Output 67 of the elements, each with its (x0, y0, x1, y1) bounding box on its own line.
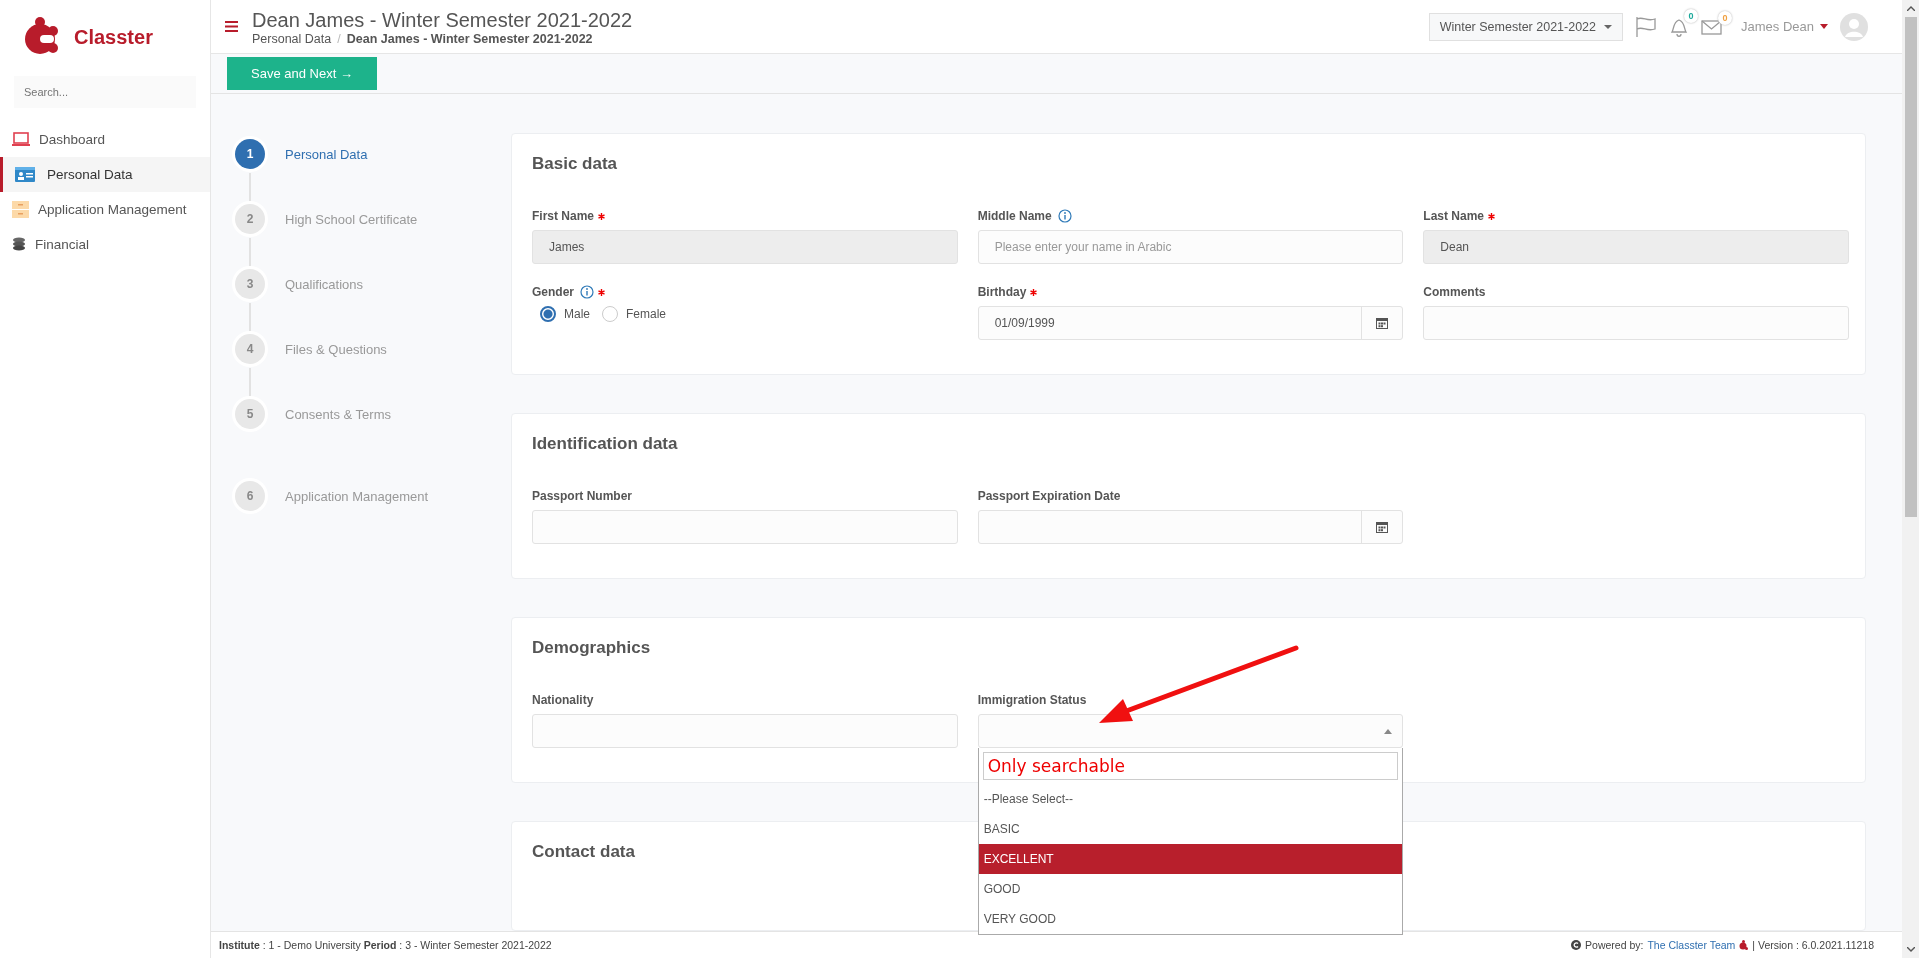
breadcrumb-current: Dean James - Winter Semester 2021-2022 (346, 31, 593, 46)
laptop-icon (12, 132, 30, 147)
field-label: Gender (532, 285, 574, 299)
section-title: Contact data (532, 842, 635, 862)
sidebar-item[interactable]: Personal Data (0, 157, 210, 192)
flag-icon[interactable] (1635, 15, 1657, 38)
message-count: 0 (1718, 10, 1732, 25)
breadcrumb-link[interactable]: Personal Data (252, 31, 332, 46)
sidebar-item[interactable]: Dashboard (0, 122, 210, 157)
field-label: Middle Name (977, 209, 1052, 223)
search-field[interactable]: Search... (14, 76, 196, 108)
sidebar-item[interactable]: Application Management (0, 192, 210, 227)
dropdown-option[interactable]: GOOD (978, 874, 1403, 904)
scrollbar[interactable] (1902, 0, 1919, 958)
section-title: Identification data (532, 434, 678, 454)
caret-icon[interactable] (1820, 24, 1828, 29)
menu-icon[interactable] (225, 21, 238, 32)
field-label: Passport Number (532, 489, 633, 503)
radio-button[interactable] (540, 306, 556, 322)
id-card-icon (15, 167, 35, 182)
powered-by-text: Powered by: (1585, 939, 1644, 951)
mail-icon[interactable] (1701, 17, 1723, 36)
semester-select[interactable]: Winter Semester 2021-2022 (1428, 12, 1623, 41)
field-label: Nationality (532, 693, 594, 707)
text-field[interactable] (532, 714, 958, 748)
field-label: Birthday (977, 285, 1027, 299)
text-field[interactable]: Please enter your name in Arabic (977, 230, 1404, 264)
step-label[interactable]: Personal Data (285, 146, 368, 162)
breadcrumb-separator: / (337, 31, 341, 46)
date-field[interactable]: 01/09/1999 (977, 306, 1404, 340)
field-label: Last Name (1423, 209, 1485, 223)
logo-icon (1739, 940, 1749, 950)
dropdown-option[interactable]: --Please Select-- (978, 784, 1403, 814)
version-text: | Version : 6.0.2021.11218 (1752, 939, 1874, 951)
calendar-icon[interactable] (1376, 521, 1389, 533)
field-label: First Name (532, 209, 595, 223)
text-field[interactable] (1423, 306, 1849, 340)
scroll-up-icon[interactable] (1906, 6, 1915, 11)
dropdown-search-field[interactable]: Only searchable (982, 752, 1399, 780)
notification-count: 0 (1684, 8, 1698, 23)
info-icon[interactable] (580, 285, 594, 299)
dropdown-option[interactable]: VERY GOOD (978, 904, 1403, 934)
field-label: Passport Expiration Date (977, 489, 1121, 503)
drawer-icon (12, 201, 29, 218)
section-title: Demographics (532, 638, 651, 658)
team-link[interactable]: The Classter Team (1647, 939, 1736, 951)
scroll-down-icon[interactable] (1906, 947, 1915, 952)
radio-option[interactable]: Female (602, 306, 667, 322)
section-title: Basic data (532, 154, 618, 174)
copyright-icon (1571, 940, 1582, 950)
dropdown-option[interactable]: BASIC (978, 814, 1403, 844)
step-number[interactable]: 1 (235, 139, 265, 169)
page-title: Dean James - Winter Semester 2021-2022 (252, 7, 633, 32)
field-label: Immigration Status (977, 693, 1087, 707)
caret-icon (1384, 728, 1393, 734)
calendar-icon[interactable] (1376, 317, 1389, 329)
date-field[interactable] (977, 510, 1404, 544)
radio-option[interactable]: Male (540, 306, 590, 322)
dropdown-option[interactable]: EXCELLENT (978, 844, 1403, 874)
field-label: Comments (1423, 285, 1486, 299)
coins-icon (12, 237, 26, 252)
text-field[interactable] (532, 510, 958, 544)
app-name: Classter (74, 25, 153, 49)
sidebar-item[interactable]: Financial (0, 227, 210, 262)
info-icon[interactable] (1057, 209, 1072, 223)
footer-info: Institute : 1 - Demo University Period : 3 - Winter Semester 2021-2022 (219, 939, 552, 951)
select-field[interactable] (977, 714, 1404, 748)
